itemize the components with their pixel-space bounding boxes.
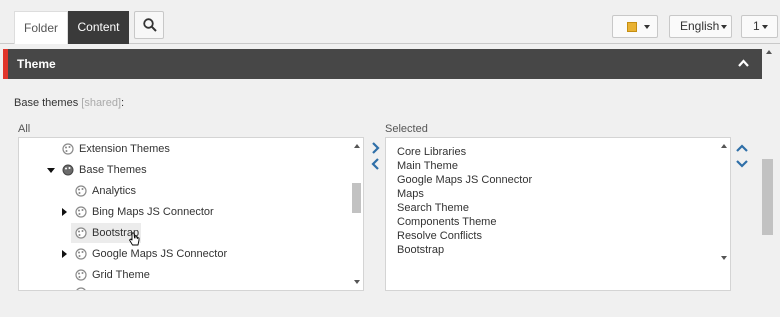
scroll-down-icon[interactable] <box>354 280 360 284</box>
move-right-icon[interactable] <box>370 142 382 154</box>
selected-themes-list[interactable]: Core Libraries Main Theme Google Maps JS… <box>385 137 731 291</box>
language-dropdown[interactable]: English <box>669 15 732 38</box>
all-list-scrollbar[interactable] <box>351 138 363 290</box>
move-up-icon[interactable] <box>736 143 748 155</box>
search-button[interactable] <box>134 11 164 39</box>
theme-folder-icon <box>62 164 74 176</box>
tree-item-label: Grid Theme <box>92 269 150 281</box>
hand-cursor-icon <box>129 232 140 246</box>
language-label: English <box>680 19 720 33</box>
theme-icon <box>75 185 87 197</box>
tree-item-label: Base Themes <box>79 164 147 176</box>
list-item[interactable]: Search Theme <box>397 201 469 215</box>
theme-icon <box>75 206 87 218</box>
tab-folder[interactable]: Folder <box>14 11 68 44</box>
database-dropdown[interactable] <box>612 15 658 38</box>
selected-list-label: Selected <box>385 123 428 135</box>
theme-icon <box>76 287 86 290</box>
move-left-icon[interactable] <box>370 158 382 170</box>
database-icon <box>627 22 637 32</box>
chevron-down-icon <box>644 25 650 29</box>
page-scrollbar[interactable] <box>762 44 778 317</box>
shared-note: [shared] <box>81 97 122 109</box>
scroll-thumb[interactable] <box>352 183 361 213</box>
chevron-down-icon <box>761 24 768 29</box>
field-label-colon: : <box>121 97 125 109</box>
tree-item-label: Extension Themes <box>79 143 170 155</box>
list-item[interactable]: Google Maps JS Connector <box>397 173 532 187</box>
field-label: Base themes [shared]: <box>14 97 124 109</box>
search-icon <box>143 18 157 32</box>
scroll-up-icon[interactable] <box>766 50 772 54</box>
tab-content[interactable]: Content <box>68 11 129 44</box>
editor-toolbar: Folder Content English 1 <box>0 0 780 44</box>
theme-icon <box>75 269 87 281</box>
tree-item-label: Bing Maps JS Connector <box>92 206 214 218</box>
scroll-up-icon[interactable] <box>721 144 727 148</box>
theme-icon <box>62 143 74 155</box>
version-label: 1 <box>753 19 760 33</box>
field-label-text: Base themes <box>14 97 79 109</box>
list-item[interactable]: Bootstrap <box>397 243 444 257</box>
all-themes-tree[interactable]: Extension Themes Base Themes Analytics B… <box>18 137 364 291</box>
theme-icon <box>75 248 87 260</box>
list-item[interactable]: Maps <box>397 187 424 201</box>
tree-item-label: Analytics <box>92 185 137 197</box>
tree-item-label: Google Maps JS Connector <box>92 248 228 260</box>
expanded-arrow-icon[interactable] <box>47 168 55 173</box>
scroll-up-icon[interactable] <box>354 144 360 148</box>
scroll-thumb[interactable] <box>762 159 773 235</box>
selected-list-scrollbar[interactable] <box>718 138 730 266</box>
theme-section-header[interactable]: Theme <box>3 49 763 79</box>
section-title: Theme <box>17 57 56 71</box>
list-item[interactable]: Main Theme <box>397 159 458 173</box>
list-item[interactable]: Resolve Conflicts <box>397 229 482 243</box>
chevron-down-icon <box>721 24 728 29</box>
all-list-label: All <box>18 123 31 135</box>
chevron-up-icon[interactable] <box>738 59 749 67</box>
list-item[interactable]: Components Theme <box>397 215 496 229</box>
collapsed-arrow-icon[interactable] <box>62 208 67 216</box>
list-item[interactable]: Core Libraries <box>397 145 466 159</box>
collapsed-arrow-icon[interactable] <box>62 250 67 258</box>
move-down-icon[interactable] <box>736 157 748 169</box>
version-dropdown[interactable]: 1 <box>741 15 778 38</box>
theme-icon <box>75 227 87 239</box>
scroll-down-icon[interactable] <box>721 256 727 260</box>
